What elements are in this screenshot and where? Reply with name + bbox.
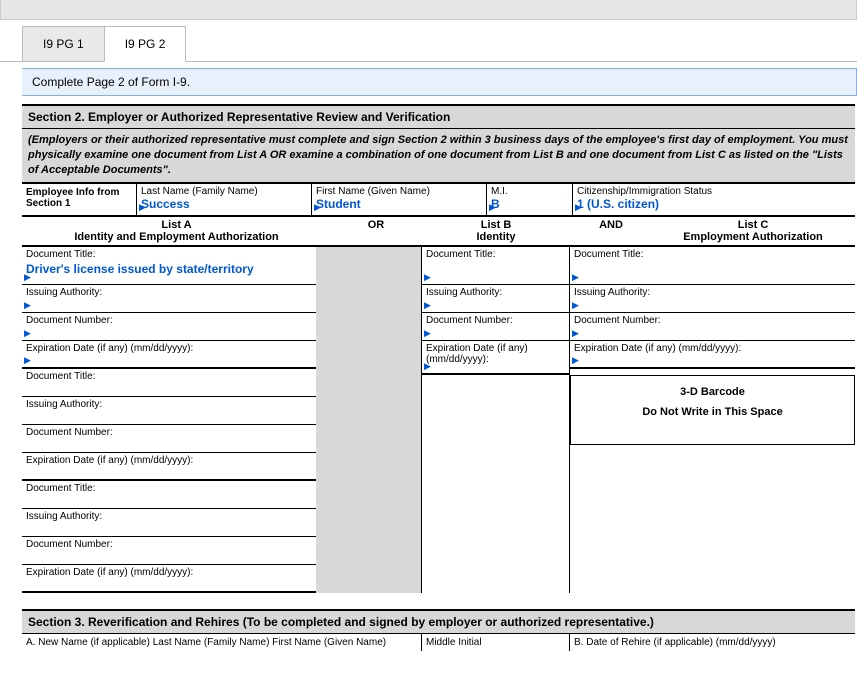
employee-info-label: Employee Info from Section 1 <box>22 184 136 215</box>
field-label: Expiration Date (if any) (mm/dd/yyyy): <box>426 343 528 365</box>
section3-header: Section 3. Reverification and Rehires (T… <box>22 609 855 634</box>
barcode-box: 3-D Barcode Do Not Write in This Space <box>570 375 855 445</box>
barcode-line1: 3-D Barcode <box>577 386 848 398</box>
list-header-row: List A Identity and Employment Authoriza… <box>22 217 855 247</box>
or-label: OR <box>331 217 421 245</box>
list-b-doc-authority[interactable]: Issuing Authority: ▶ <box>422 285 569 313</box>
section3-rehire-date[interactable]: B. Date of Rehire (if applicable) (mm/dd… <box>570 634 855 651</box>
list-b-doc-expiry[interactable]: Expiration Date (if any) (mm/dd/yyyy): ▶ <box>422 341 569 375</box>
section3-mi[interactable]: Middle Initial <box>422 634 570 651</box>
list-a-doc2-title[interactable]: Document Title: <box>22 369 316 397</box>
list-c-column: Document Title: ▶ Issuing Authority: ▶ D… <box>569 247 855 593</box>
list-c-title: List C <box>738 219 769 231</box>
field-label: Issuing Authority: <box>26 287 102 298</box>
field-marker-icon: ▶ <box>572 272 579 283</box>
field-label: Expiration Date (if any) (mm/dd/yyyy): <box>26 343 193 354</box>
employee-info-row: Employee Info from Section 1 Last Name (… <box>22 184 855 217</box>
first-name-value: Student <box>316 197 361 211</box>
tab-bar: I9 PG 1 I9 PG 2 <box>22 26 857 62</box>
list-c-doc-number[interactable]: Document Number: ▶ <box>570 313 855 341</box>
field-marker-icon: ▶ <box>24 328 31 339</box>
field-label: Issuing Authority: <box>574 287 650 298</box>
tab-i9-pg1[interactable]: I9 PG 1 <box>22 26 105 62</box>
field-label: Issuing Authority: <box>26 399 102 410</box>
field-label: Document Number: <box>426 315 513 326</box>
list-a-doc1-expiry[interactable]: Expiration Date (if any) (mm/dd/yyyy): ▶ <box>22 341 316 369</box>
field-marker-icon: ▶ <box>572 328 579 339</box>
field-marker-icon: ▶ <box>572 355 579 366</box>
list-a-doc2-expiry[interactable]: Expiration Date (if any) (mm/dd/yyyy): <box>22 453 316 481</box>
last-name-field[interactable]: Last Name (Family Name) ▶ Success <box>136 184 311 215</box>
mi-field[interactable]: M.I. ▶ B <box>486 184 572 215</box>
field-label: Document Number: <box>26 427 113 438</box>
field-marker-icon: ▶ <box>24 272 31 283</box>
field-marker-icon: ▶ <box>424 300 431 311</box>
field-label: Expiration Date (if any) (mm/dd/yyyy): <box>574 343 741 354</box>
field-label: Issuing Authority: <box>426 287 502 298</box>
field-label: Issuing Authority: <box>26 511 102 522</box>
list-a-title: List A <box>161 219 191 231</box>
section2-instructions: (Employers or their authorized represent… <box>22 129 855 184</box>
field-marker-icon: ▶ <box>572 300 579 311</box>
barcode-line2: Do Not Write in This Space <box>577 406 848 418</box>
list-c-doc-authority[interactable]: Issuing Authority: ▶ <box>570 285 855 313</box>
field-label: Document Title: <box>26 483 95 494</box>
first-name-field[interactable]: First Name (Given Name) ▶ Student <box>311 184 486 215</box>
list-b-doc-title[interactable]: Document Title: ▶ <box>422 247 569 285</box>
list-a-subtitle: Identity and Employment Authorization <box>74 231 278 243</box>
top-header-strip <box>0 0 857 20</box>
last-name-value: Success <box>141 197 190 211</box>
field-label: Document Title: <box>426 249 495 260</box>
field-marker-icon: ▶ <box>424 328 431 339</box>
section3-row: A. New Name (if applicable) Last Name (F… <box>22 634 855 651</box>
list-a-doc3-number[interactable]: Document Number: <box>22 537 316 565</box>
field-label: Expiration Date (if any) (mm/dd/yyyy): <box>26 455 193 466</box>
list-a-doc3-expiry[interactable]: Expiration Date (if any) (mm/dd/yyyy): <box>22 565 316 593</box>
list-c-doc-expiry[interactable]: Expiration Date (if any) (mm/dd/yyyy): ▶ <box>570 341 855 369</box>
field-label: Document Number: <box>26 315 113 326</box>
instruction-banner: Complete Page 2 of Form I-9. <box>22 68 857 96</box>
list-a-doc1-title-value: Driver's license issued by state/territo… <box>26 260 312 276</box>
list-b-column: Document Title: ▶ Issuing Authority: ▶ D… <box>421 247 569 593</box>
field-marker-icon: ▶ <box>139 202 146 213</box>
section2-header: Section 2. Employer or Authorized Repres… <box>22 104 855 129</box>
field-marker-icon: ▶ <box>575 202 582 213</box>
citizenship-value: 1 (U.S. citizen) <box>577 197 659 211</box>
list-a-doc3-title[interactable]: Document Title: <box>22 481 316 509</box>
last-name-label: Last Name (Family Name) <box>141 186 307 197</box>
field-label: Document Title: <box>26 249 95 260</box>
list-a-doc1-number[interactable]: Document Number: ▶ <box>22 313 316 341</box>
field-label: Document Number: <box>574 315 661 326</box>
tab-i9-pg2[interactable]: I9 PG 2 <box>104 26 187 62</box>
first-name-label: First Name (Given Name) <box>316 186 482 197</box>
field-label: Expiration Date (if any) (mm/dd/yyyy): <box>26 567 193 578</box>
list-b-title: List B <box>481 219 512 231</box>
list-b-subtitle: Identity <box>476 231 515 243</box>
list-a-doc1-authority[interactable]: Issuing Authority: ▶ <box>22 285 316 313</box>
citizenship-field[interactable]: Citizenship/Immigration Status ▶ 1 (U.S.… <box>572 184 855 215</box>
citizenship-label: Citizenship/Immigration Status <box>577 186 851 197</box>
field-marker-icon: ▶ <box>24 300 31 311</box>
section3-new-name[interactable]: A. New Name (if applicable) Last Name (F… <box>22 634 422 651</box>
list-a-doc2-number[interactable]: Document Number: <box>22 425 316 453</box>
list-c-subtitle: Employment Authorization <box>683 231 823 243</box>
mi-label: M.I. <box>491 186 568 197</box>
field-marker-icon: ▶ <box>24 355 31 366</box>
or-spacer <box>316 247 421 593</box>
field-label: Document Title: <box>26 371 95 382</box>
list-a-column: Document Title: ▶ Driver's license issue… <box>22 247 316 593</box>
field-marker-icon: ▶ <box>424 361 431 372</box>
field-marker-icon: ▶ <box>489 202 496 213</box>
list-c-doc-title[interactable]: Document Title: ▶ <box>570 247 855 285</box>
list-b-doc-number[interactable]: Document Number: ▶ <box>422 313 569 341</box>
list-a-doc3-authority[interactable]: Issuing Authority: <box>22 509 316 537</box>
field-marker-icon: ▶ <box>314 202 321 213</box>
field-marker-icon: ▶ <box>424 272 431 283</box>
list-a-doc1-title[interactable]: Document Title: ▶ Driver's license issue… <box>22 247 316 285</box>
field-label: Document Number: <box>26 539 113 550</box>
field-label: Document Title: <box>574 249 643 260</box>
and-label: AND <box>571 217 651 245</box>
list-a-doc2-authority[interactable]: Issuing Authority: <box>22 397 316 425</box>
